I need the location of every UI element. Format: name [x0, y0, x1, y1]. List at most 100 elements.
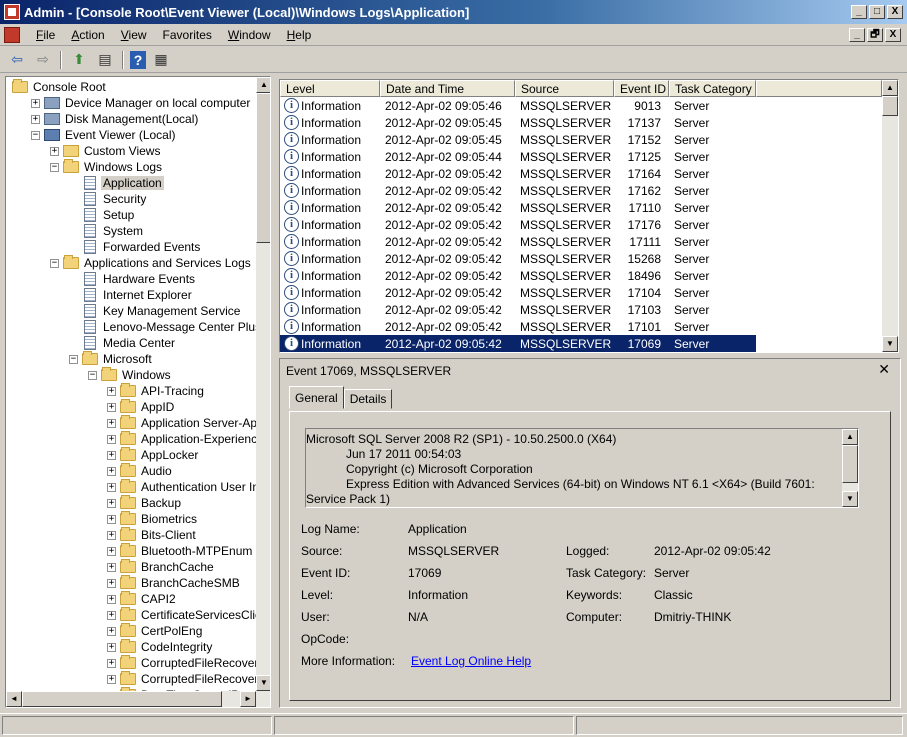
- table-row[interactable]: i Information 2012-Apr-02 09:05:42 MSSQLSER…: [280, 233, 756, 250]
- column-header[interactable]: Source: [515, 80, 614, 97]
- show-hide-tree-icon[interactable]: ▤: [94, 50, 116, 70]
- expand-icon[interactable]: +: [107, 450, 116, 460]
- table-row[interactable]: i Information 2012-Apr-02 09:05:42 MSSQLSER…: [280, 250, 756, 267]
- expand-icon[interactable]: +: [107, 610, 116, 620]
- expand-icon[interactable]: +: [31, 98, 40, 108]
- column-header[interactable]: Date and Time: [380, 80, 515, 97]
- expand-icon[interactable]: +: [107, 386, 116, 396]
- expand-icon[interactable]: +: [107, 434, 116, 444]
- expand-icon[interactable]: +: [107, 498, 116, 508]
- tree-node[interactable]: + BranchCache: [107, 559, 216, 575]
- grid-scroll-thumb[interactable]: [882, 96, 898, 116]
- tree-node[interactable]: Media Center: [69, 335, 177, 351]
- collapse-icon[interactable]: −: [88, 370, 97, 380]
- table-row[interactable]: i Information 2012-Apr-02 09:05:42 MSSQLSER…: [280, 216, 756, 233]
- tree-node[interactable]: + Authentication User Interface: [107, 479, 256, 495]
- table-row[interactable]: i Information 2012-Apr-02 09:05:42 MSSQLSER…: [280, 267, 756, 284]
- message-scroll-up-button[interactable]: ▲: [842, 429, 858, 445]
- tab-details[interactable]: Details: [343, 389, 393, 409]
- table-row[interactable]: i Information 2012-Apr-02 09:05:42 MSSQLSER…: [280, 284, 756, 301]
- expand-icon[interactable]: +: [107, 578, 116, 588]
- table-row[interactable]: i Information 2012-Apr-02 09:05:42 MSSQLSER…: [280, 301, 756, 318]
- table-row[interactable]: i Information 2012-Apr-02 09:05:42 MSSQLSER…: [280, 199, 756, 216]
- tree-node[interactable]: − Windows: [88, 367, 173, 383]
- close-button[interactable]: X: [887, 5, 903, 19]
- tree-node[interactable]: Internet Explorer: [69, 287, 194, 303]
- mmc-app-icon[interactable]: [4, 4, 20, 20]
- tree-node[interactable]: − Microsoft: [69, 351, 154, 367]
- column-header[interactable]: Level: [280, 80, 380, 97]
- tree-node[interactable]: + Device Manager on local computer: [31, 95, 252, 111]
- tree-scroll-left-button[interactable]: ◄: [6, 691, 22, 707]
- expand-icon[interactable]: +: [107, 530, 116, 540]
- table-row[interactable]: i Information 2012-Apr-02 09:05:42 MSSQLSER…: [280, 165, 756, 182]
- tree-node[interactable]: + AppLocker: [107, 447, 200, 463]
- column-header[interactable]: Task Category: [669, 80, 756, 97]
- table-row[interactable]: i Information 2012-Apr-02 09:05:42 MSSQLSER…: [280, 318, 756, 335]
- event-log-online-help-link[interactable]: Event Log Online Help: [411, 654, 531, 668]
- expand-icon[interactable]: +: [107, 562, 116, 572]
- detail-close-icon[interactable]: ✕: [878, 361, 890, 378]
- tree-node[interactable]: + Application-Experience: [107, 431, 256, 447]
- expand-icon[interactable]: +: [107, 402, 116, 412]
- message-scrollbar[interactable]: ▲ ▼: [842, 429, 858, 507]
- tree-node[interactable]: Application: [69, 175, 164, 191]
- table-row[interactable]: i Information 2012-Apr-02 09:05:46 MSSQLSER…: [280, 97, 756, 114]
- doc-minimize-button[interactable]: _: [849, 27, 865, 42]
- tree-node[interactable]: Key Management Service: [69, 303, 242, 319]
- tree-node[interactable]: + Biometrics: [107, 511, 199, 527]
- table-row[interactable]: i Information 2012-Apr-02 09:05:42 MSSQLSER…: [280, 182, 756, 199]
- expand-icon[interactable]: +: [107, 546, 116, 556]
- expand-icon[interactable]: +: [107, 418, 116, 428]
- message-scroll-thumb[interactable]: [842, 445, 858, 483]
- tree-vertical-scrollbar[interactable]: ▲ ▼: [256, 77, 270, 691]
- expand-icon[interactable]: +: [50, 146, 59, 156]
- tree-node[interactable]: Console Root: [12, 79, 108, 95]
- tree-hscroll-thumb[interactable]: [22, 691, 222, 707]
- console-tree[interactable]: Console Root + Device Manager on local com…: [5, 76, 271, 708]
- grid-scroll-up-button[interactable]: ▲: [882, 80, 898, 96]
- table-row[interactable]: i Information 2012-Apr-02 09:05:42 MSSQLSER…: [280, 335, 756, 352]
- tree-node[interactable]: + Audio: [107, 463, 174, 479]
- tree-node[interactable]: + Custom Views: [50, 143, 162, 159]
- grid-scroll-down-button[interactable]: ▼: [882, 336, 898, 352]
- grid-vertical-scrollbar[interactable]: ▲ ▼: [882, 80, 898, 352]
- expand-icon[interactable]: +: [107, 626, 116, 636]
- expand-icon[interactable]: +: [107, 658, 116, 668]
- menu-action[interactable]: Action: [63, 28, 112, 42]
- tab-general[interactable]: General: [289, 386, 344, 409]
- expand-icon[interactable]: +: [107, 482, 116, 492]
- tree-node[interactable]: + CorruptedFileRecovery-Server: [107, 671, 256, 687]
- tree-node[interactable]: + Application Server-Applications: [107, 415, 256, 431]
- forward-arrow-icon[interactable]: ⇨: [32, 50, 54, 70]
- document-icon[interactable]: [4, 26, 20, 43]
- minimize-button[interactable]: _: [851, 5, 867, 19]
- tree-node[interactable]: Security: [69, 191, 148, 207]
- menu-favorites[interactable]: Favorites: [155, 28, 220, 42]
- menu-file[interactable]: File: [28, 28, 63, 42]
- tree-scroll-right-button[interactable]: ►: [240, 691, 256, 707]
- table-row[interactable]: i Information 2012-Apr-02 09:05:45 MSSQLSER…: [280, 131, 756, 148]
- tree-node[interactable]: − Event Viewer (Local): [31, 127, 178, 143]
- expand-icon[interactable]: +: [107, 514, 116, 524]
- tree-node[interactable]: Setup: [69, 207, 136, 223]
- table-row[interactable]: i Information 2012-Apr-02 09:05:45 MSSQLSER…: [280, 114, 756, 131]
- tree-node[interactable]: System: [69, 223, 145, 239]
- tree-node[interactable]: + CertPolEng: [107, 623, 204, 639]
- tree-scroll-up-button[interactable]: ▲: [256, 77, 270, 93]
- message-scroll-down-button[interactable]: ▼: [842, 491, 858, 507]
- maximize-button[interactable]: □: [869, 5, 885, 19]
- tree-node[interactable]: + Bits-Client: [107, 527, 198, 543]
- tree-node[interactable]: Forwarded Events: [69, 239, 202, 255]
- collapse-icon[interactable]: −: [69, 354, 78, 364]
- expand-icon[interactable]: +: [31, 114, 40, 124]
- collapse-icon[interactable]: −: [31, 130, 40, 140]
- tree-node[interactable]: + BranchCacheSMB: [107, 575, 242, 591]
- expand-icon[interactable]: +: [107, 674, 116, 684]
- tree-node[interactable]: + CodeIntegrity: [107, 639, 214, 655]
- properties-icon[interactable]: ▦: [150, 50, 172, 70]
- tree-node[interactable]: + AppID: [107, 399, 176, 415]
- events-grid[interactable]: Level Date and Time Source Event ID Task Cat…: [279, 79, 899, 353]
- tree-horizontal-scrollbar[interactable]: ◄ ►: [6, 691, 270, 707]
- collapse-icon[interactable]: −: [50, 258, 59, 268]
